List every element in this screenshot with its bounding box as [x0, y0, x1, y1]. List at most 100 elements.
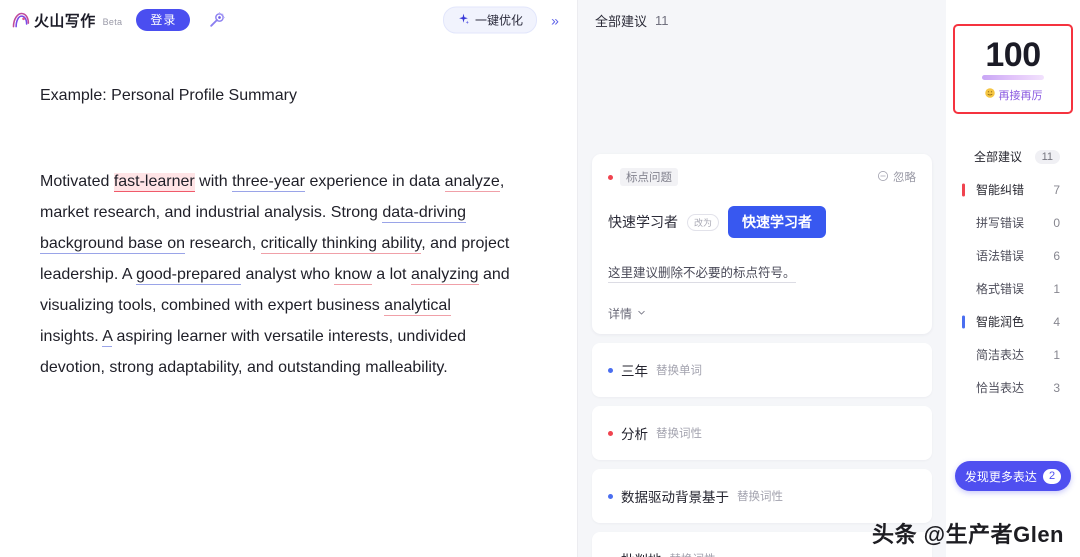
category-name: 恰当表达: [976, 381, 1025, 395]
doc-error-span[interactable]: know: [334, 266, 372, 285]
category-name: 全部建议: [974, 150, 1023, 164]
document-paragraph: Motivated fast-learner with three-year e…: [40, 166, 510, 383]
chevron-down-icon: [636, 307, 647, 321]
doc-error-span[interactable]: analytical: [384, 297, 451, 316]
score-sidebar: 100 再接再厉 全部建议 11 智能纠错 7 拼写错误 0 语法错误 6 格式错误 1 智能润色 4…: [946, 0, 1080, 557]
category-row-0[interactable]: 全部建议 11: [946, 140, 1080, 173]
doc-text-run: research,: [185, 235, 261, 252]
suggestion-list-item[interactable]: 数据驱动背景基于 替换词性: [592, 469, 932, 523]
score-caption-label: 再接再厉: [998, 89, 1043, 102]
category-row-2[interactable]: 拼写错误 0: [946, 206, 1080, 239]
suggestion-card-header: 标点问题 忽略: [608, 168, 916, 186]
score-card[interactable]: 100 再接再厉: [953, 24, 1073, 114]
severity-dot-icon: [608, 174, 613, 180]
suggestion-item-tag: 替换词性: [670, 551, 716, 557]
discover-more-badge: 2: [1042, 468, 1062, 484]
score-value: 100: [985, 35, 1041, 74]
doc-error-span[interactable]: good-prepared: [136, 266, 242, 285]
discover-more-label: 发现更多表达: [964, 469, 1037, 484]
discover-more-button[interactable]: 发现更多表达 2: [955, 461, 1071, 491]
suggestion-category: 标点问题: [608, 168, 678, 186]
suggestion-item-word: 分析: [621, 427, 648, 442]
circle-minus-icon: [877, 170, 889, 185]
suggestions-header-label: 全部建议: [595, 13, 648, 29]
doc-text-run: analyst who: [241, 266, 335, 283]
category-row-3[interactable]: 语法错误 6: [946, 239, 1080, 272]
chevron-double-right-icon[interactable]: »: [543, 8, 567, 32]
apply-replacement-button[interactable]: 快速学习者: [728, 206, 827, 238]
category-name: 智能纠错: [976, 183, 1025, 197]
suggestion-item-word: 数据驱动背景基于: [621, 490, 729, 505]
category-count: 4: [1053, 314, 1060, 329]
severity-dot-icon: [608, 493, 613, 499]
doc-error-span[interactable]: analyze: [444, 173, 500, 192]
category-list: 全部建议 11 智能纠错 7 拼写错误 0 语法错误 6 格式错误 1 智能润色 4 简洁表达 1 恰当表达…: [946, 140, 1080, 404]
suggestion-category-label: 标点问题: [620, 168, 678, 186]
suggestions-pane: 全部建议 11 标点问题 忽略 快速学习者 改为 快速学习者 这里建议删除不必要…: [578, 0, 946, 557]
doc-error-span[interactable]: fast-learner: [113, 173, 195, 192]
category-marker-icon: [962, 183, 965, 196]
suggestion-item-tag: 替换单词: [656, 365, 702, 377]
original-text: 快速学习者: [608, 214, 678, 230]
app-root: 火山写作 Beta 登录 一键优化 » Example: Personal Pr…: [0, 0, 1080, 557]
doc-error-span[interactable]: critically thinking ability: [260, 235, 422, 254]
suggestion-item-tag: 替换词性: [656, 428, 702, 440]
ignore-button[interactable]: 忽略: [877, 169, 916, 185]
suggestion-list-item[interactable]: 批判地 替换词性: [592, 532, 932, 557]
document-editor[interactable]: Example: Personal Profile Summary Motiva…: [0, 40, 577, 557]
category-row-7[interactable]: 恰当表达 3: [946, 371, 1080, 404]
category-row-5[interactable]: 智能润色 4: [946, 305, 1080, 338]
suggestion-list-item[interactable]: 三年 替换单词: [592, 343, 932, 397]
doc-error-span[interactable]: A: [102, 328, 113, 347]
suggestion-item-tag: 替换词性: [737, 491, 783, 503]
severity-dot-icon: [608, 367, 613, 373]
category-name: 简洁表达: [976, 348, 1025, 362]
category-row-4[interactable]: 格式错误 1: [946, 272, 1080, 305]
one-click-optimize-label: 一键优化: [474, 13, 523, 28]
category-name: 格式错误: [976, 282, 1025, 296]
category-row-1[interactable]: 智能纠错 7: [946, 173, 1080, 206]
suggestions-header: 全部建议 11: [578, 0, 946, 40]
magic-wand-icon[interactable]: [206, 9, 228, 31]
severity-dot-icon: [608, 430, 613, 436]
category-count: 7: [1053, 182, 1060, 197]
doc-text-run: insights.: [40, 328, 103, 345]
doc-text-run: experience in data: [305, 173, 445, 190]
score-caption: 再接再厉: [984, 87, 1043, 103]
suggestion-details-label: 详情: [608, 307, 633, 321]
category-count: 1: [1053, 347, 1060, 362]
editor-toolbar: 火山写作 Beta 登录 一键优化 »: [0, 0, 577, 40]
suggestion-item-word: 批判地: [621, 549, 662, 557]
suggestions-header-count: 11: [655, 12, 669, 28]
suggestions-list[interactable]: 标点问题 忽略 快速学习者 改为 快速学习者 这里建议删除不必要的标点符号。 详…: [578, 40, 946, 557]
app-logo-text: 火山写作: [34, 12, 96, 30]
document-title: Example: Personal Profile Summary: [40, 87, 297, 104]
ignore-label: 忽略: [893, 172, 916, 184]
doc-error-span[interactable]: three-year: [232, 173, 305, 192]
sparkle-icon: [457, 12, 470, 28]
category-name: 拼写错误: [976, 216, 1025, 230]
doc-text-run: a lot: [371, 266, 411, 283]
app-logo[interactable]: 火山写作 Beta: [10, 10, 122, 31]
one-click-optimize-button[interactable]: 一键优化: [442, 6, 537, 34]
suggestion-item-word: 三年: [621, 364, 648, 379]
login-button[interactable]: 登录: [136, 9, 191, 31]
suggestion-card-active[interactable]: 标点问题 忽略 快速学习者 改为 快速学习者 这里建议删除不必要的标点符号。 详…: [592, 154, 932, 334]
category-count: 3: [1053, 380, 1060, 395]
volcano-logo-icon: [10, 10, 31, 31]
category-name: 智能润色: [976, 315, 1025, 329]
suggestion-replace-row: 快速学习者 改为 快速学习者: [608, 206, 916, 238]
score-underline-decoration: [982, 74, 1044, 80]
suggestion-list-item[interactable]: 分析 替换词性: [592, 406, 932, 460]
doc-text-run: with: [194, 173, 233, 190]
category-count: 0: [1053, 215, 1060, 230]
category-marker-icon: [962, 315, 965, 328]
editor-pane: 火山写作 Beta 登录 一键优化 » Example: Personal Pr…: [0, 0, 578, 557]
clap-emoji-icon: [984, 87, 996, 102]
category-row-6[interactable]: 简洁表达 1: [946, 338, 1080, 371]
category-count: 1: [1053, 281, 1060, 296]
category-count: 11: [1034, 149, 1060, 164]
replace-arrow-label: 改为: [687, 213, 720, 231]
doc-error-span[interactable]: analyzing: [410, 266, 479, 285]
suggestion-details-toggle[interactable]: 详情: [608, 305, 916, 322]
